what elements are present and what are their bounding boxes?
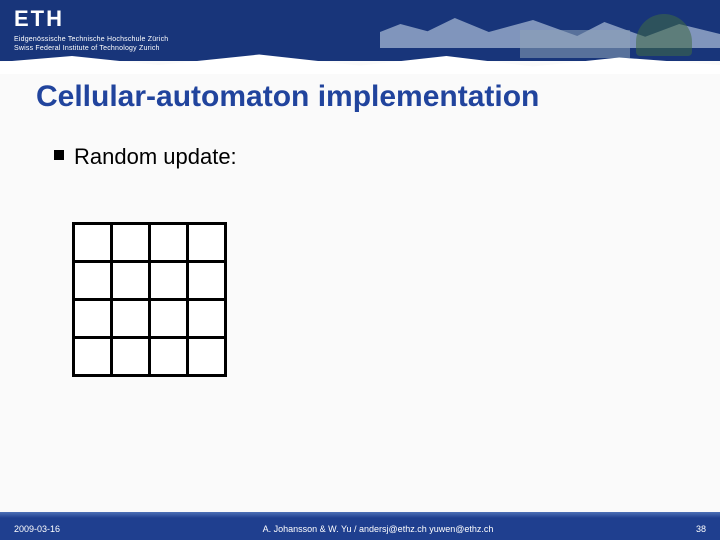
eth-subtitle-1: Eidgenössische Technische Hochschule Zür…: [14, 35, 168, 44]
grid-cell: [113, 301, 151, 339]
grid-cell: [75, 263, 113, 301]
grid-cell: [113, 225, 151, 263]
building-facade: [520, 30, 630, 58]
slide-title: Cellular-automaton implementation: [36, 80, 684, 114]
eth-logo-text: ETH: [14, 8, 64, 30]
dome-shape: [636, 14, 692, 56]
header-band: ETH Eidgenössische Technische Hochschule…: [0, 0, 720, 61]
slide: ETH Eidgenössische Technische Hochschule…: [0, 0, 720, 540]
footer-page-number: 38: [696, 524, 706, 534]
cellular-automaton-grid: [72, 222, 227, 377]
grid-cell: [151, 225, 189, 263]
grid-cell: [151, 301, 189, 339]
grid-cell: [113, 263, 151, 301]
grid-cell: [189, 263, 227, 301]
grid-cell: [189, 301, 227, 339]
grid-cell: [75, 225, 113, 263]
bullet-item: Random update:: [54, 144, 237, 170]
decorative-skyline: [380, 0, 720, 61]
eth-subtitle-2: Swiss Federal Institute of Technology Zu…: [14, 44, 168, 53]
footer: 2009-03-16 A. Johansson & W. Yu / anders…: [0, 518, 720, 540]
grid-cell: [75, 301, 113, 339]
grid-cell: [151, 339, 189, 377]
grid-cell: [151, 263, 189, 301]
grid-cell: [113, 339, 151, 377]
grid-cell: [189, 339, 227, 377]
eth-logo: ETH Eidgenössische Technische Hochschule…: [14, 8, 168, 53]
bullet-text: Random update:: [74, 144, 237, 170]
grid-cell: [189, 225, 227, 263]
bullet-marker-icon: [54, 150, 64, 160]
footer-credits: A. Johansson & W. Yu / andersj@ethz.ch y…: [60, 524, 696, 534]
grid-cell: [75, 339, 113, 377]
footer-date: 2009-03-16: [14, 524, 60, 534]
